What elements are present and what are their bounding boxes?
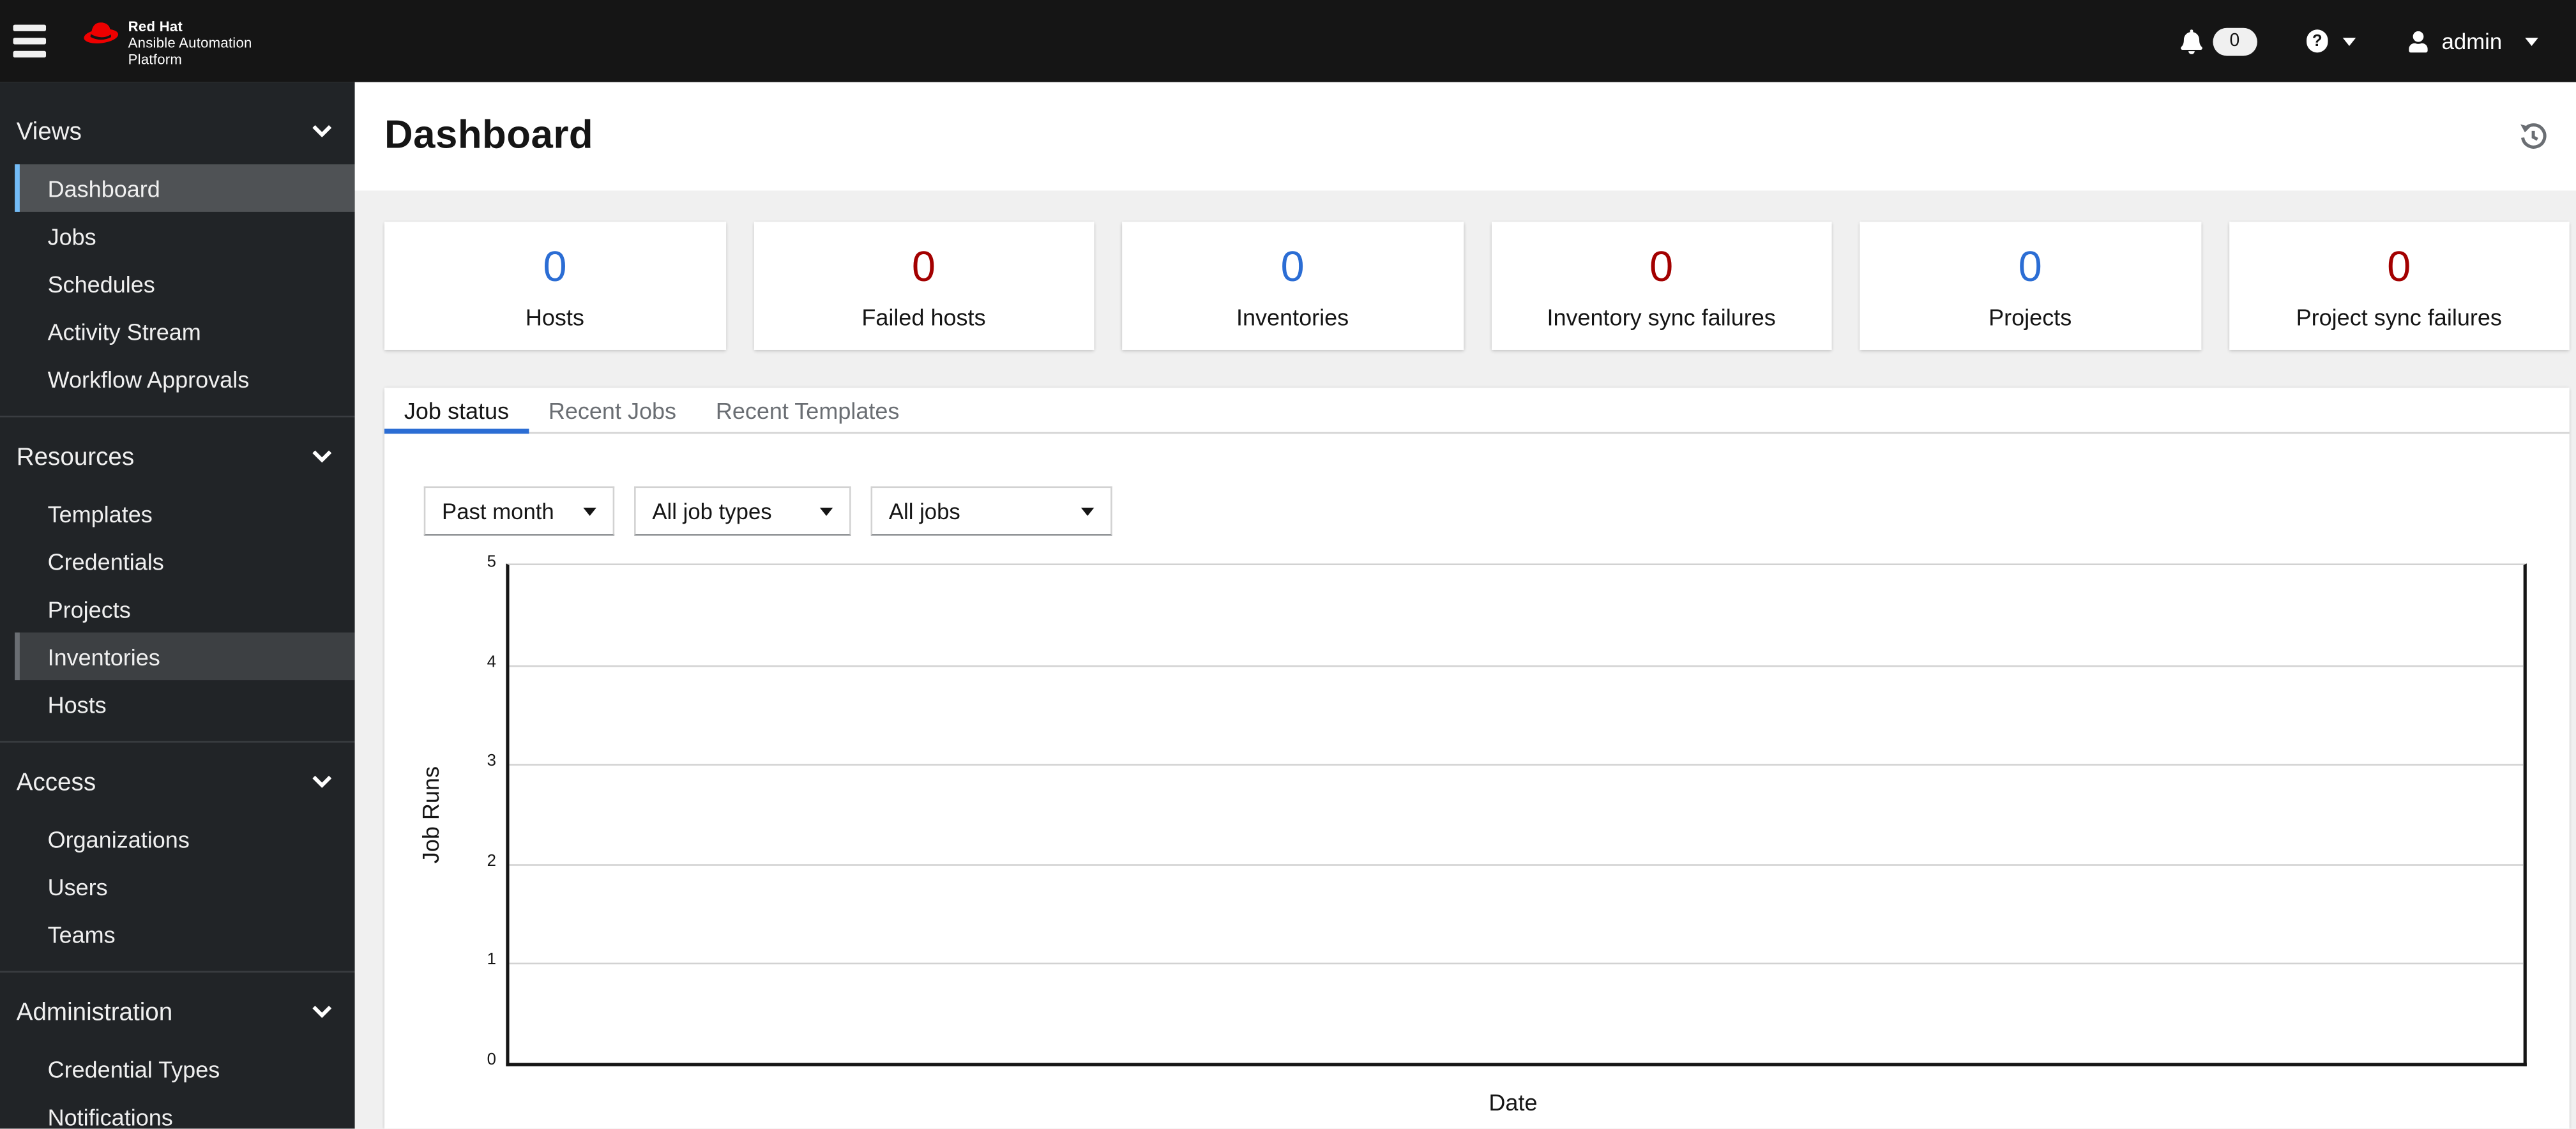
projects-count-link[interactable]: 0	[2019, 242, 2042, 288]
chevron-down-icon	[312, 450, 332, 463]
masthead: Red Hat Ansible Automation Platform 0 ?	[0, 0, 2576, 82]
nav-group-resources[interactable]: Resources	[0, 437, 355, 476]
nav-section-views: Views Dashboard Jobs Schedules Activity …	[0, 112, 355, 418]
nav-section-access: Access Organizations Users Teams	[0, 762, 355, 973]
user-chevron-down-icon	[2525, 36, 2538, 45]
help-chevron-down-icon	[2343, 36, 2356, 45]
card-label: Projects	[1989, 303, 2072, 330]
nav-group-administration[interactable]: Administration	[0, 992, 355, 1032]
notifications-count-badge: 0	[2212, 27, 2257, 56]
sidebar-item-credential-types[interactable]: Credential Types	[0, 1045, 355, 1093]
inventory-sync-failures-count-link[interactable]: 0	[1649, 242, 1673, 288]
y-tick: 4	[487, 653, 496, 672]
sidebar-item-credentials[interactable]: Credentials	[0, 537, 355, 585]
app: Red Hat Ansible Automation Platform 0 ?	[0, 0, 2576, 1129]
card-label: Inventories	[1236, 303, 1349, 330]
user-icon	[2409, 30, 2428, 52]
sidebar-item-users[interactable]: Users	[0, 863, 355, 911]
sidebar-item-inventories[interactable]: Inventories	[15, 632, 355, 681]
notifications-bell-icon[interactable]	[2179, 29, 2202, 54]
select-caret-icon	[583, 506, 596, 515]
sidebar-item-hosts[interactable]: Hosts	[0, 680, 355, 728]
nav-section-administration: Administration Credential Types Notifica…	[0, 992, 355, 1129]
tab-bar: Job status Recent Jobs Recent Templates	[384, 388, 2570, 434]
card-label: Hosts	[525, 303, 584, 330]
chevron-down-icon	[312, 1005, 332, 1019]
screen: Red Hat Ansible Automation Platform 0 ?	[0, 0, 2576, 1129]
tab-job-status[interactable]: Job status	[384, 388, 529, 434]
sidebar-item-dashboard[interactable]: Dashboard	[15, 164, 355, 212]
brand-line3: Platform	[128, 50, 183, 68]
card-projects: 0 Projects	[1860, 222, 2201, 350]
chevron-down-icon	[312, 775, 332, 788]
inventories-count-link[interactable]: 0	[1280, 242, 1304, 288]
job-type-select[interactable]: All job types	[634, 486, 851, 536]
nav-group-access[interactable]: Access	[0, 762, 355, 802]
job-status-panel: Job status Recent Jobs Recent Templates …	[384, 388, 2570, 1129]
page-header: Dashboard	[354, 82, 2576, 191]
sidebar-item-projects[interactable]: Projects	[0, 585, 355, 633]
card-hosts: 0 Hosts	[384, 222, 725, 350]
sidebar-item-schedules[interactable]: Schedules	[0, 259, 355, 307]
y-tick: 3	[487, 752, 496, 771]
card-inventory-sync-failures: 0 Inventory sync failures	[1490, 222, 1832, 350]
sidebar-item-jobs[interactable]: Jobs	[0, 212, 355, 260]
chevron-down-icon	[312, 125, 332, 138]
redhat-fedora-icon	[82, 17, 120, 52]
y-tick: 2	[487, 852, 496, 871]
nav-group-views[interactable]: Views	[0, 112, 355, 151]
job-runs-chart	[506, 563, 2527, 1066]
card-label: Project sync failures	[2296, 303, 2502, 330]
history-icon[interactable]	[2517, 120, 2549, 153]
card-inventories: 0 Inventories	[1122, 222, 1463, 350]
help-icon[interactable]: ?	[2306, 29, 2329, 52]
hamburger-icon	[13, 24, 47, 31]
card-label: Inventory sync failures	[1547, 303, 1776, 330]
chart-filters: Past month All job types All jobs	[423, 486, 2570, 536]
chart-x-axis-title: Date	[1489, 1089, 1538, 1116]
sidebar-item-activity-stream[interactable]: Activity Stream	[0, 307, 355, 355]
brand-line1: Red Hat	[128, 17, 183, 34]
user-menu[interactable]: admin	[2409, 29, 2538, 54]
main-content: Dashboard 0 Hosts 0 Failed hosts 0 Inven…	[354, 82, 2576, 1129]
tab-recent-templates[interactable]: Recent Templates	[696, 388, 919, 432]
y-tick: 5	[487, 553, 496, 572]
job-filter-select[interactable]: All jobs	[870, 486, 1112, 536]
sidebar-item-teams[interactable]: Teams	[0, 910, 355, 958]
sidebar-item-workflow-approvals[interactable]: Workflow Approvals	[0, 355, 355, 403]
tab-recent-jobs[interactable]: Recent Jobs	[529, 388, 696, 432]
select-caret-icon	[819, 506, 833, 515]
failed-hosts-count-link[interactable]: 0	[912, 242, 936, 288]
nav-toggle-button[interactable]	[13, 13, 69, 69]
card-failed-hosts: 0 Failed hosts	[753, 222, 1095, 350]
sidebar-item-organizations[interactable]: Organizations	[0, 815, 355, 863]
chart-y-axis-title: Job Runs	[417, 766, 444, 864]
brand-line2: Ansible Automation	[128, 34, 252, 51]
y-tick: 1	[487, 951, 496, 970]
hosts-count-link[interactable]: 0	[543, 242, 566, 288]
brand-logo: Red Hat Ansible Automation Platform	[82, 17, 252, 68]
sidebar-nav: Views Dashboard Jobs Schedules Activity …	[0, 82, 355, 1129]
period-select[interactable]: Past month	[423, 486, 615, 536]
card-label: Failed hosts	[861, 303, 986, 330]
select-caret-icon	[1080, 506, 1095, 515]
sidebar-item-notifications[interactable]: Notifications	[0, 1093, 355, 1129]
sidebar-item-templates[interactable]: Templates	[0, 490, 355, 538]
username-label: admin	[2441, 29, 2503, 54]
project-sync-failures-count-link[interactable]: 0	[2387, 242, 2411, 288]
nav-section-resources: Resources Templates Credentials Projects…	[0, 437, 355, 743]
card-project-sync-failures: 0 Project sync failures	[2228, 222, 2570, 350]
summary-cards: 0 Hosts 0 Failed hosts 0 Inventories 0 I…	[355, 190, 2576, 350]
masthead-toolbar: 0 ? admin	[2179, 27, 2538, 56]
y-tick: 0	[487, 1051, 496, 1070]
page-title: Dashboard	[384, 113, 594, 158]
